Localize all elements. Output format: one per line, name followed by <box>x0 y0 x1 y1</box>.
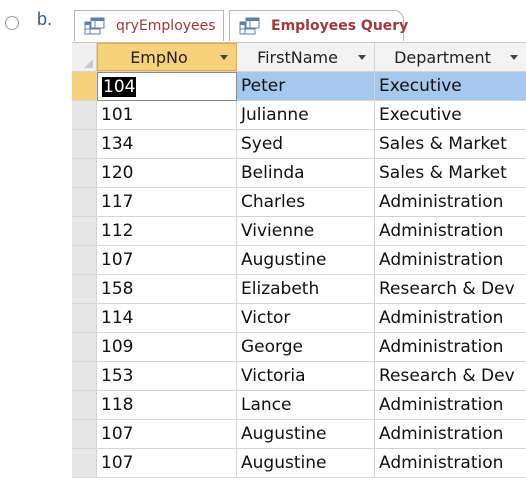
cell-empno[interactable]: 114 <box>97 304 237 333</box>
cell-department[interactable]: Sales & Market <box>375 130 526 159</box>
query-icon <box>84 17 106 35</box>
column-header-empno[interactable]: EmpNo <box>97 43 237 71</box>
row-selector[interactable] <box>72 304 97 333</box>
table-row[interactable]: 112 Vivienne Administration <box>72 217 526 246</box>
table-row[interactable]: 134 Syed Sales & Market <box>72 130 526 159</box>
select-all-corner[interactable] <box>72 43 97 71</box>
tab-label: Employees Query <box>271 18 409 34</box>
cell-firstname[interactable]: Belinda <box>237 159 375 188</box>
cell-department[interactable]: Administration <box>375 449 526 478</box>
column-header-firstname[interactable]: FirstName <box>237 43 375 71</box>
cell-department[interactable]: Research & Dev <box>375 362 526 391</box>
row-selector[interactable] <box>72 159 97 188</box>
cell-empno[interactable]: 112 <box>97 217 237 246</box>
cell-department[interactable]: Sales & Market <box>375 159 526 188</box>
table-row[interactable]: 104 Peter Executive <box>72 72 526 101</box>
column-header-label: EmpNo <box>130 47 188 67</box>
cell-firstname[interactable]: Augustine <box>237 449 375 478</box>
table-row[interactable]: 107 Augustine Administration <box>72 420 526 449</box>
cell-department[interactable]: Administration <box>375 304 526 333</box>
tab-employees-query[interactable]: Employees Query <box>229 10 408 42</box>
row-selector[interactable] <box>72 217 97 246</box>
row-selector[interactable] <box>72 391 97 420</box>
selected-cell-text: 104 <box>102 77 137 97</box>
cell-empno[interactable]: 107 <box>97 420 237 449</box>
cell-empno[interactable]: 117 <box>97 188 237 217</box>
cell-department[interactable]: Research & Dev <box>375 275 526 304</box>
cell-firstname[interactable]: Peter <box>237 72 375 101</box>
cell-firstname[interactable]: Victoria <box>237 362 375 391</box>
cell-empno[interactable]: 107 <box>97 449 237 478</box>
table-row[interactable]: 117 Charles Administration <box>72 188 526 217</box>
table-row[interactable]: 107 Augustine Administration <box>72 246 526 275</box>
cell-firstname[interactable]: Augustine <box>237 420 375 449</box>
cell-empno[interactable]: 104 <box>97 72 237 101</box>
cell-empno[interactable]: 153 <box>97 362 237 391</box>
row-selector[interactable] <box>72 188 97 217</box>
row-selector[interactable] <box>72 362 97 391</box>
table-row[interactable]: 153 Victoria Research & Dev <box>72 362 526 391</box>
cell-firstname[interactable]: Victor <box>237 304 375 333</box>
row-selector[interactable] <box>72 449 97 478</box>
table-row[interactable]: 107 Augustine Administration <box>72 449 526 478</box>
answer-radio-b[interactable] <box>5 16 19 30</box>
answer-letter: b. <box>37 9 53 29</box>
chevron-down-icon[interactable] <box>510 54 518 60</box>
object-tab-bar: qryEmployees Employees Query <box>72 8 526 43</box>
row-selector[interactable] <box>72 72 97 101</box>
cell-empno[interactable]: 107 <box>97 246 237 275</box>
cell-empno[interactable]: 134 <box>97 130 237 159</box>
cell-department[interactable]: Administration <box>375 391 526 420</box>
row-selector[interactable] <box>72 246 97 275</box>
row-selector[interactable] <box>72 101 97 130</box>
cell-firstname[interactable]: Augustine <box>237 246 375 275</box>
cell-firstname[interactable]: George <box>237 333 375 362</box>
table-row[interactable]: 101 Julianne Executive <box>72 101 526 130</box>
table-row[interactable]: 109 George Administration <box>72 333 526 362</box>
column-header-label: FirstName <box>257 47 338 67</box>
query-datasheet-view: qryEmployees Employees Query EmpNo First… <box>72 8 526 481</box>
cell-department[interactable]: Executive <box>375 72 526 101</box>
cell-department[interactable]: Administration <box>375 333 526 362</box>
cell-firstname[interactable]: Charles <box>237 188 375 217</box>
query-icon <box>239 17 261 35</box>
cell-department[interactable]: Administration <box>375 246 526 275</box>
chevron-down-icon[interactable] <box>220 54 228 60</box>
table-row[interactable]: 114 Victor Administration <box>72 304 526 333</box>
tab-label: qryEmployees <box>116 18 216 34</box>
cell-empno[interactable]: 118 <box>97 391 237 420</box>
column-header-label: Department <box>394 47 491 67</box>
row-selector[interactable] <box>72 130 97 159</box>
chevron-down-icon[interactable] <box>358 54 366 60</box>
row-selector[interactable] <box>72 333 97 362</box>
cell-department[interactable]: Administration <box>375 188 526 217</box>
table-row[interactable]: 118 Lance Administration <box>72 391 526 420</box>
cell-firstname[interactable]: Julianne <box>237 101 375 130</box>
row-selector[interactable] <box>72 275 97 304</box>
cell-empno[interactable]: 101 <box>97 101 237 130</box>
column-header-department[interactable]: Department <box>375 43 526 71</box>
cell-department[interactable]: Administration <box>375 217 526 246</box>
table-row[interactable]: 120 Belinda Sales & Market <box>72 159 526 188</box>
cell-empno[interactable]: 158 <box>97 275 237 304</box>
cell-firstname[interactable]: Vivienne <box>237 217 375 246</box>
cell-department[interactable]: Administration <box>375 420 526 449</box>
column-header-row: EmpNo FirstName Department <box>72 43 526 72</box>
row-selector[interactable] <box>72 420 97 449</box>
cell-empno[interactable]: 109 <box>97 333 237 362</box>
table-row[interactable]: 158 Elizabeth Research & Dev <box>72 275 526 304</box>
cell-firstname[interactable]: Elizabeth <box>237 275 375 304</box>
cell-department[interactable]: Executive <box>375 101 526 130</box>
cell-empno[interactable]: 120 <box>97 159 237 188</box>
tab-qryemployees[interactable]: qryEmployees <box>74 10 224 41</box>
cell-firstname[interactable]: Syed <box>237 130 375 159</box>
cell-firstname[interactable]: Lance <box>237 391 375 420</box>
